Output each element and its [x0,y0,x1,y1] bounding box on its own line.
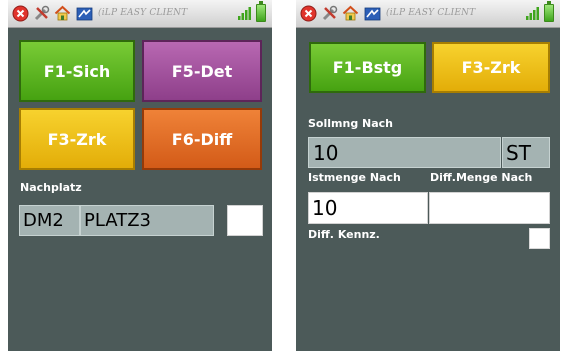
close-icon[interactable] [12,5,29,22]
app-title: (iLP EASY CLIENT [98,8,188,18]
sollmenge-unit-field: ST [502,137,550,168]
f5-det-button[interactable]: F5-Det [142,40,262,102]
home-icon[interactable] [54,5,71,22]
diffmenge-input[interactable] [429,192,550,224]
diffmenge-label: Diff.Menge Nach [430,171,533,184]
sollmenge-label: Sollmng Nach [308,117,393,130]
nachplatz-extra-input[interactable] [227,205,263,236]
left-device-screen: (iLP EASY CLIENT F1-Sich F5-Det F3-Zrk F… [8,0,272,351]
signal-icon [238,7,251,20]
nachplatz-platz-field: PLATZ3 [80,205,214,236]
diff-kennz-checkbox[interactable] [529,228,550,249]
sollmenge-value-field: 10 [308,137,501,168]
tools-icon[interactable] [33,5,50,22]
nachplatz-lager-field: DM2 [19,205,80,236]
nachplatz-label: Nachplatz [20,181,82,194]
f6-diff-button[interactable]: F6-Diff [142,108,262,170]
logo-icon [364,7,381,21]
istmenge-label: Istmenge Nach [308,171,401,184]
app-title: (iLP EASY CLIENT [386,8,476,18]
tools-icon[interactable] [321,5,338,22]
istmenge-input[interactable]: 10 [308,192,428,224]
signal-icon [526,7,539,20]
f3-zrk-button[interactable]: F3-Zrk [19,108,135,170]
battery-icon [256,1,266,22]
f1-sich-button[interactable]: F1-Sich [19,40,135,102]
diff-kennz-label: Diff. Kennz. [308,228,380,241]
status-bar: (iLP EASY CLIENT [296,0,560,28]
battery-icon [544,1,554,22]
close-icon[interactable] [300,5,317,22]
f1-bstg-button[interactable]: F1-Bstg [309,42,426,93]
logo-icon [76,7,93,21]
right-device-screen: (iLP EASY CLIENT F1-Bstg F3-Zrk Sollmng … [296,0,560,351]
f3-zrk-button[interactable]: F3-Zrk [432,42,550,93]
home-icon[interactable] [342,5,359,22]
status-bar: (iLP EASY CLIENT [8,0,272,28]
